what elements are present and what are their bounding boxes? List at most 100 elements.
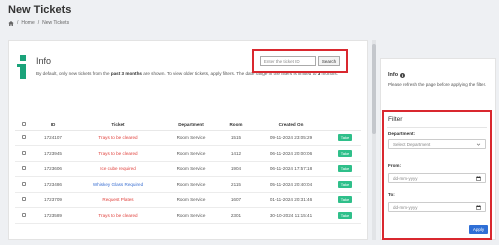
col-action xyxy=(329,119,361,131)
breadcrumb: / Home / New Tickets xyxy=(8,20,69,26)
ticket-title[interactable]: Trays to be cleared xyxy=(73,130,163,146)
calendar-icon[interactable] xyxy=(476,204,481,210)
tickets-table: ID Ticket Department Room Created On 172… xyxy=(15,119,361,224)
row-action-cell: Take xyxy=(329,161,361,177)
row-select-cell[interactable] xyxy=(15,192,33,208)
col-created-on: Created On xyxy=(253,119,329,131)
ticket-id: 1723606 xyxy=(33,161,73,177)
ticket-created-on: 05-11-2024 20:40:04 xyxy=(253,176,329,193)
ticket-id-search-input[interactable]: Enter the ticket ID xyxy=(259,56,316,66)
ticket-department: Room Service xyxy=(163,192,219,208)
ticket-title[interactable]: Whiskey Glass Required xyxy=(73,176,163,193)
info-icon xyxy=(17,55,26,79)
take-button[interactable]: Take xyxy=(337,211,353,219)
col-room: Room xyxy=(219,119,253,131)
scrollbar-thumb[interactable] xyxy=(372,44,376,134)
select-all-checkbox[interactable] xyxy=(22,121,26,126)
ticket-id: 1723486 xyxy=(33,176,73,193)
info-title: Info xyxy=(36,56,52,66)
info-circle-icon xyxy=(400,72,406,78)
ticket-room: 1412 xyxy=(219,145,253,162)
department-label: Department: xyxy=(388,131,416,136)
breadcrumb-home[interactable]: Home xyxy=(21,20,34,26)
select-all-header[interactable] xyxy=(15,119,33,131)
take-button[interactable]: Take xyxy=(337,149,353,157)
side-info-text: Please refresh the page before applying … xyxy=(388,82,487,87)
ticket-id: 1723589 xyxy=(33,207,73,224)
filter-title: Filter xyxy=(388,116,403,123)
to-date-input[interactable]: dd-mm-yyyy xyxy=(388,202,486,212)
from-label: From: xyxy=(388,163,402,168)
ticket-department: Room Service xyxy=(163,130,219,146)
col-id: ID xyxy=(33,119,73,131)
row-checkbox[interactable] xyxy=(22,150,26,155)
page-title: New Tickets xyxy=(8,4,72,16)
ticket-title[interactable]: Ice cube required xyxy=(73,161,163,177)
row-action-cell: Take xyxy=(329,192,361,208)
to-label: To: xyxy=(388,192,395,197)
col-ticket: Ticket xyxy=(73,119,163,131)
ticket-room: 1515 xyxy=(219,130,253,146)
ticket-title[interactable]: Trays to be cleared xyxy=(73,207,163,224)
row-select-cell[interactable] xyxy=(15,207,33,224)
ticket-created-on: 01-11-2024 20:31:46 xyxy=(253,192,329,208)
ticket-department: Room Service xyxy=(163,145,219,162)
row-select-cell[interactable] xyxy=(15,130,33,146)
take-button[interactable]: Take xyxy=(337,134,353,142)
from-date-input[interactable]: dd-mm-yyyy xyxy=(388,173,486,183)
ticket-created-on: 09-11-2024 23:05:29 xyxy=(253,130,329,146)
table-row[interactable]: 1723606 Ice cube required Room Service 1904… xyxy=(15,161,361,177)
from-date-placeholder: dd-mm-yyyy xyxy=(393,175,418,181)
row-select-cell[interactable] xyxy=(15,145,33,162)
ticket-department: Room Service xyxy=(163,161,219,177)
home-icon[interactable] xyxy=(8,20,14,26)
row-checkbox[interactable] xyxy=(22,181,26,186)
ticket-id: 1723945 xyxy=(33,145,73,162)
take-button[interactable]: Take xyxy=(337,165,353,173)
col-department: Department xyxy=(163,119,219,131)
ticket-title[interactable]: Request Plates xyxy=(73,192,163,208)
row-action-cell: Take xyxy=(329,145,361,162)
breadcrumb-current: New Tickets xyxy=(42,20,70,26)
ticket-id: 1724107 xyxy=(33,130,73,146)
row-checkbox[interactable] xyxy=(22,197,26,202)
calendar-icon[interactable] xyxy=(476,175,481,181)
ticket-room: 2301 xyxy=(219,207,253,224)
ticket-room: 1904 xyxy=(219,161,253,177)
take-button[interactable]: Take xyxy=(337,180,353,188)
table-header-row: ID Ticket Department Room Created On xyxy=(15,119,361,131)
table-row[interactable]: 1724107 Trays to be cleared Room Service 15… xyxy=(15,130,361,146)
ticket-id: 1723709 xyxy=(33,192,73,208)
search-group: Enter the ticket ID Search xyxy=(252,49,348,73)
side-info-title: Info xyxy=(388,72,406,78)
table-row[interactable]: 1723709 Request Plates Room Service 1607 01-… xyxy=(15,192,361,208)
row-action-cell: Take xyxy=(329,176,361,193)
row-checkbox[interactable] xyxy=(22,212,26,217)
table-row[interactable]: 1723589 Trays to be cleared Room Service 23… xyxy=(15,207,361,224)
apply-button[interactable]: Apply xyxy=(469,225,488,234)
ticket-created-on: 06-11-2024 17:57:18 xyxy=(253,161,329,177)
filter-form: Filter Department: Select Department Fro… xyxy=(382,110,492,240)
ticket-title[interactable]: Trays to be cleared xyxy=(73,145,163,162)
row-action-cell: Take xyxy=(329,130,361,146)
table-row[interactable]: 1723945 Trays to be cleared Room Service 14… xyxy=(15,145,361,162)
filter-divider xyxy=(387,127,487,128)
to-date-placeholder: dd-mm-yyyy xyxy=(393,204,418,210)
department-select-value: Select Department xyxy=(393,141,431,147)
ticket-room: 1607 xyxy=(219,192,253,208)
row-select-cell[interactable] xyxy=(15,161,33,177)
ticket-room: 2115 xyxy=(219,176,253,193)
ticket-department: Room Service xyxy=(163,176,219,193)
ticket-created-on: 30-10-2024 11:15:41 xyxy=(253,207,329,224)
row-select-cell[interactable] xyxy=(15,176,33,193)
row-checkbox[interactable] xyxy=(22,166,26,171)
table-row[interactable]: 1723486 Whiskey Glass Required Room Servic… xyxy=(15,176,361,193)
ticket-department: Room Service xyxy=(163,207,219,224)
row-checkbox[interactable] xyxy=(22,135,26,140)
take-button[interactable]: Take xyxy=(337,196,353,204)
department-select[interactable]: Select Department xyxy=(388,139,486,149)
row-action-cell: Take xyxy=(329,207,361,224)
chevron-down-icon xyxy=(476,143,481,146)
ticket-created-on: 06-11-2024 20:00:06 xyxy=(253,145,329,162)
search-button[interactable]: Search xyxy=(317,56,341,66)
